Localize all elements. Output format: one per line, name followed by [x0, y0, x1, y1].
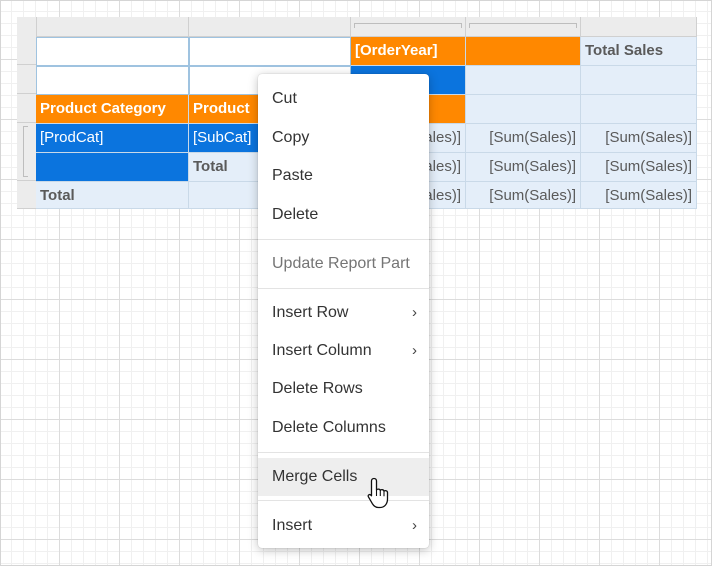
row-handle-2[interactable] — [17, 65, 36, 94]
submenu-chevron-icon: › — [412, 342, 417, 359]
menu-item-delete-columns[interactable]: Delete Columns — [258, 409, 429, 447]
submenu-chevron-icon: › — [412, 304, 417, 321]
menu-item-label: Insert — [272, 517, 313, 534]
column-handle-3[interactable] — [351, 17, 466, 36]
menu-item-insert-row[interactable]: Insert Row › — [258, 294, 429, 332]
cell-sum-sales-r5c4[interactable]: [Sum(Sales)] — [466, 153, 581, 182]
menu-separator — [258, 452, 429, 453]
cell-total-sales-header[interactable]: Total Sales — [581, 37, 697, 66]
column-handle-1[interactable] — [36, 17, 189, 36]
context-menu: Cut Copy Paste Delete Update Report Part… — [258, 74, 429, 548]
row-handle-4[interactable] — [17, 123, 36, 181]
cell-grand-total[interactable]: Total — [36, 182, 189, 209]
row-handle-1[interactable] — [17, 36, 36, 65]
column-handle-2[interactable] — [189, 17, 351, 36]
cell-r3c4[interactable] — [466, 95, 581, 124]
cell-r3c5[interactable] — [581, 95, 697, 124]
cell-prodcat-extension[interactable] — [36, 153, 189, 182]
menu-item-insert-column[interactable]: Insert Column › — [258, 332, 429, 370]
submenu-chevron-icon: › — [412, 517, 417, 534]
column-handle-5[interactable] — [581, 17, 697, 36]
menu-item-update-report-part: Update Report Part — [272, 255, 410, 272]
menu-item-cut[interactable]: Cut — [258, 80, 429, 118]
column-handle-4[interactable] — [466, 17, 581, 36]
cell-empty-r1c1[interactable] — [36, 37, 189, 66]
cell-sum-sales-r4c4[interactable]: [Sum(Sales)] — [466, 124, 581, 153]
menu-separator — [258, 500, 429, 501]
menu-item-copy[interactable]: Copy — [258, 119, 429, 157]
cell-empty-r1c2[interactable] — [189, 37, 351, 66]
cell-prodcat[interactable]: [ProdCat] — [36, 124, 189, 153]
menu-item-merge-cells[interactable]: Merge Cells — [258, 458, 429, 496]
row-handle-5[interactable] — [17, 181, 36, 209]
menu-separator — [258, 239, 429, 240]
hand-pointer-cursor-icon — [367, 477, 389, 509]
cell-sum-sales-r6c4[interactable]: [Sum(Sales)] — [466, 182, 581, 209]
cell-order-year[interactable]: [OrderYear] — [351, 37, 466, 66]
cell-product-category-header[interactable]: Product Category — [36, 95, 189, 124]
menu-item-insert[interactable]: Insert › — [258, 507, 429, 545]
row-handle-3[interactable] — [17, 94, 36, 123]
menu-item-delete[interactable]: Delete — [258, 196, 429, 234]
cell-order-year-extension[interactable] — [466, 37, 581, 66]
cell-sum-sales-r4c5[interactable]: [Sum(Sales)] — [581, 124, 697, 153]
cell-r2c4[interactable] — [466, 66, 581, 95]
row-handle-bar — [17, 17, 37, 209]
menu-item-label: Insert Row — [272, 304, 349, 321]
menu-separator — [258, 288, 429, 289]
cell-r2c5[interactable] — [581, 66, 697, 95]
cell-sum-sales-r6c5[interactable]: [Sum(Sales)] — [581, 182, 697, 209]
cell-sum-sales-r5c5[interactable]: [Sum(Sales)] — [581, 153, 697, 182]
menu-item-delete-rows[interactable]: Delete Rows — [258, 370, 429, 408]
menu-item-label: Insert Column — [272, 342, 372, 359]
cell-empty-r2c1[interactable] — [36, 66, 189, 95]
menu-item-paste[interactable]: Paste — [258, 157, 429, 195]
column-handle-bar — [17, 17, 697, 37]
